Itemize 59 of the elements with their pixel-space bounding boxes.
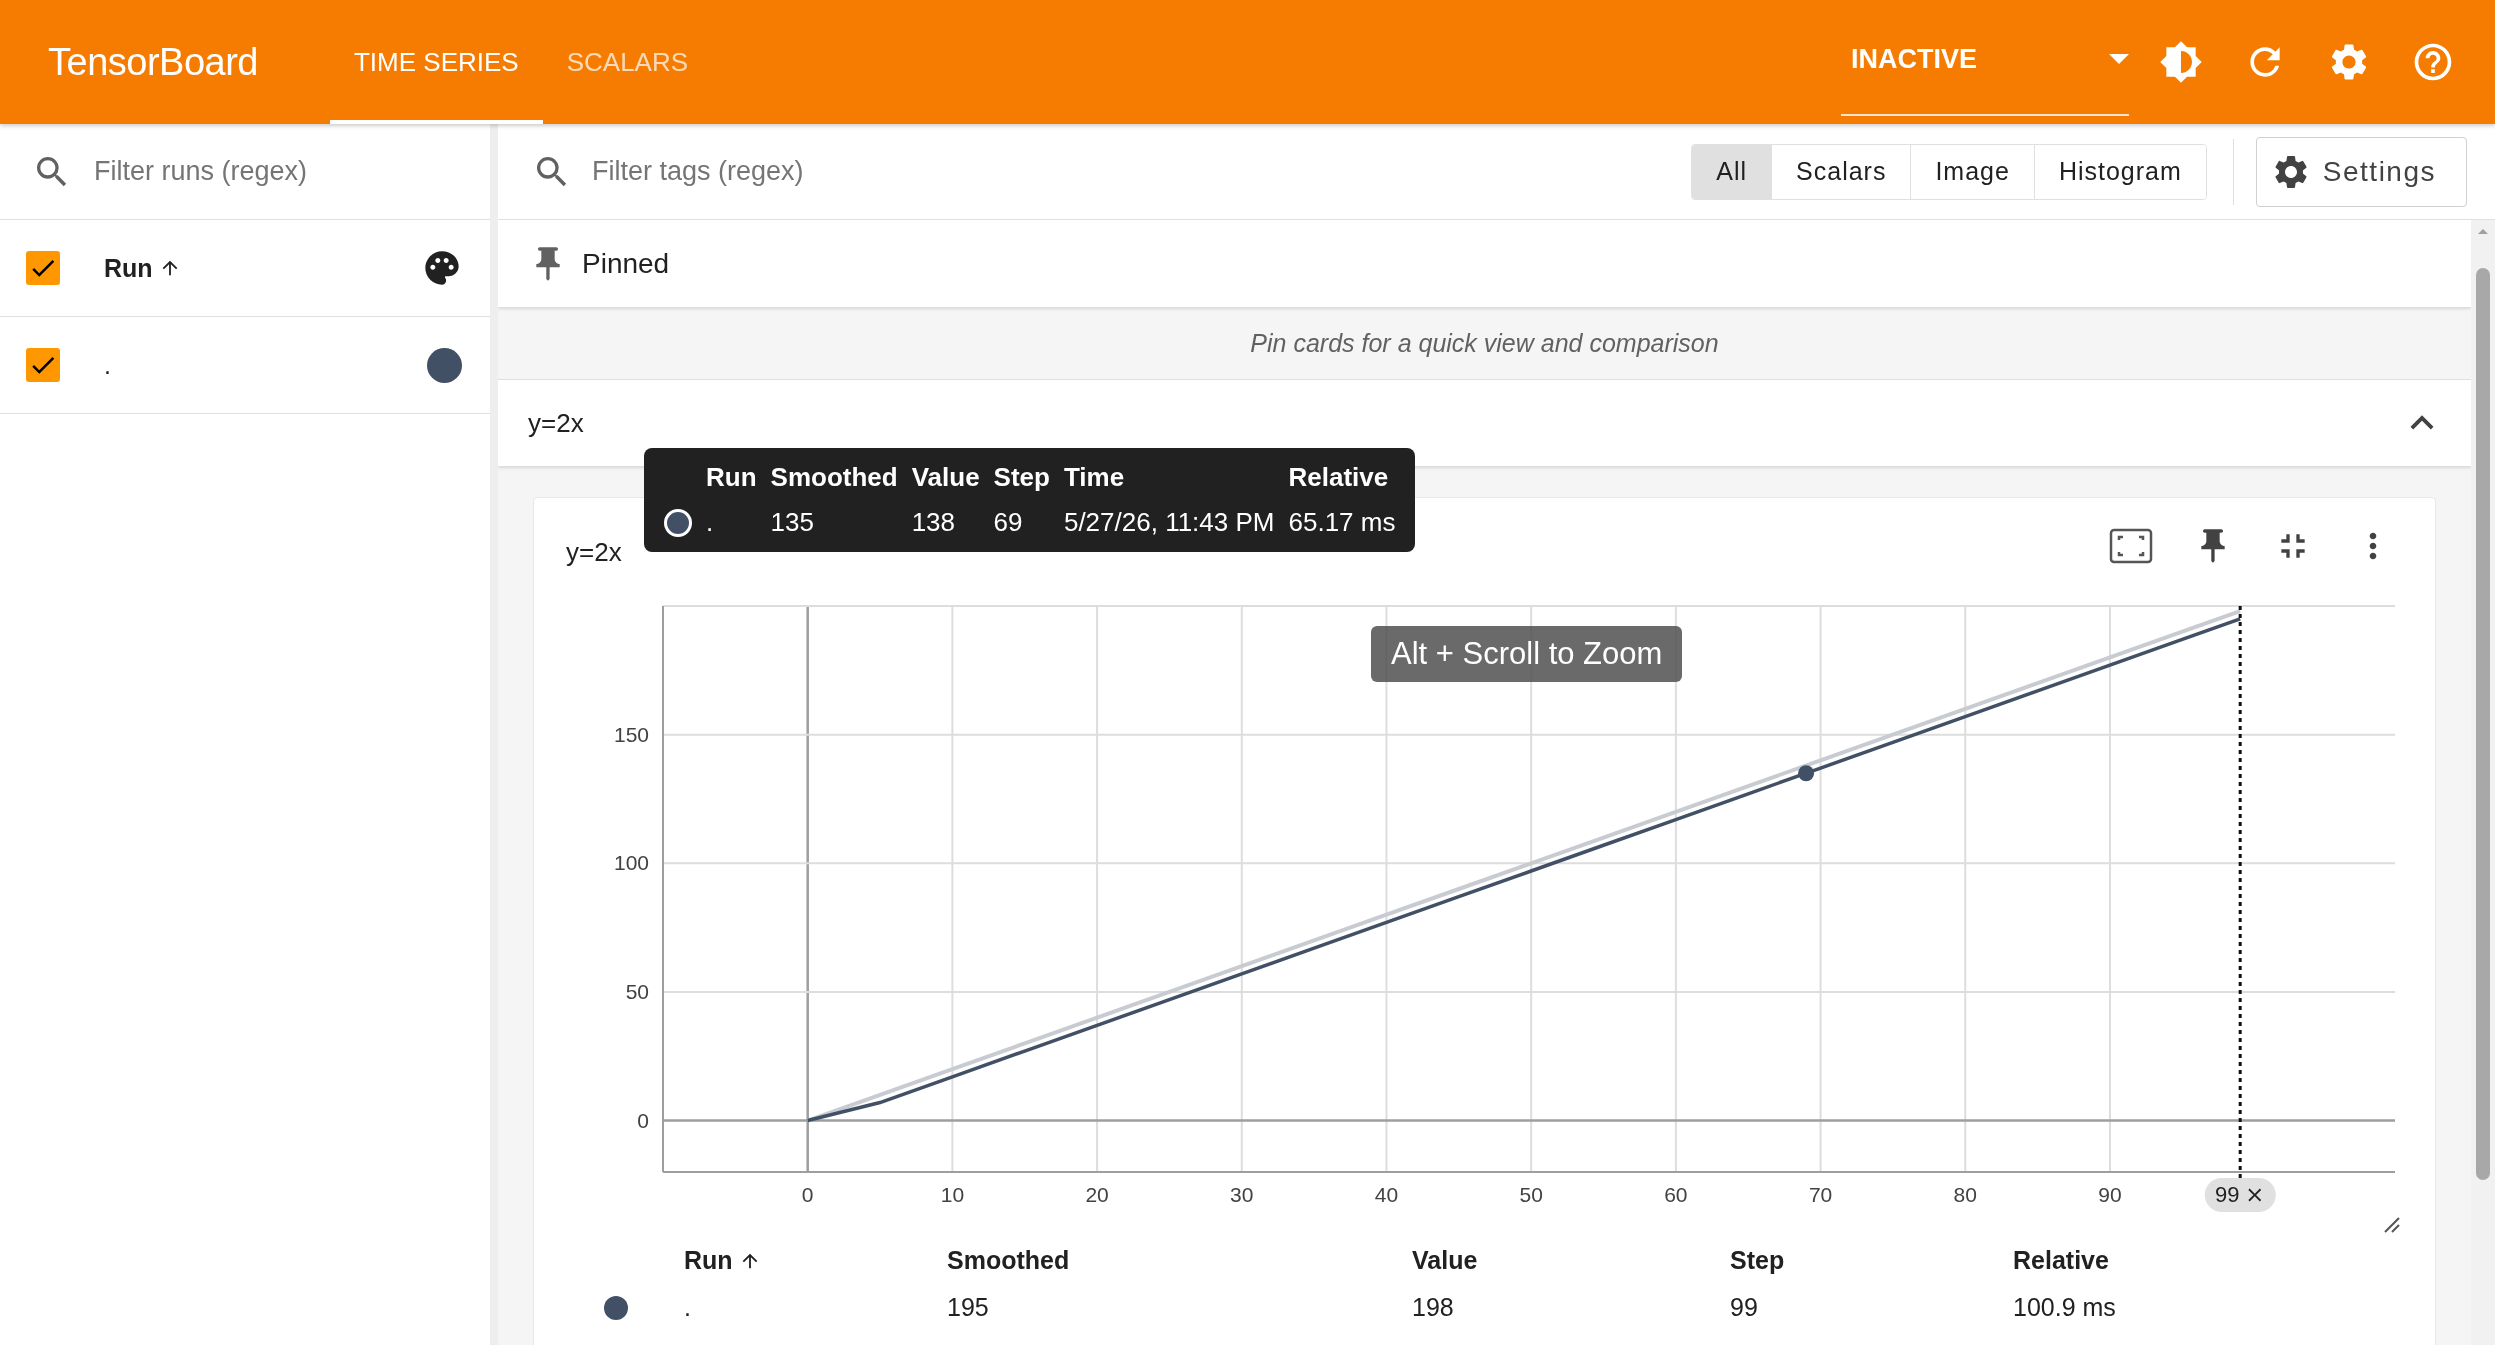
run-name: .	[104, 350, 111, 380]
type-filter-button[interactable]: Histogram	[2033, 144, 2206, 199]
column-header[interactable]: Relative	[2013, 1246, 2415, 1275]
axis-tick-label: 90	[2098, 1183, 2122, 1206]
group-title: y=2x	[528, 407, 584, 439]
settings-button[interactable]: Settings	[2255, 136, 2467, 207]
axis-tick-label: 80	[1953, 1183, 1977, 1206]
hover-point	[1798, 765, 1815, 782]
tag-filter-field[interactable]: Filter tags (regex)	[590, 155, 1692, 188]
theme-toggle-icon[interactable]	[2159, 40, 2203, 84]
resize-handle-icon[interactable]	[2383, 1216, 2401, 1234]
scrollbar-thumb[interactable]	[2476, 268, 2490, 1180]
tooltip-header: Time	[1063, 462, 1126, 493]
tooltip-value: 135	[770, 507, 815, 538]
axis-tick-label: 40	[1374, 1183, 1399, 1206]
tooltip-value: .	[706, 507, 715, 538]
axis-tick-label: 10	[940, 1183, 965, 1206]
card-title: y=2x	[566, 536, 622, 568]
checkbox[interactable]	[26, 251, 60, 285]
axis-tick-label: 20	[1085, 1183, 1109, 1206]
fit-domain-icon[interactable]	[2109, 528, 2153, 564]
zoom-hint: Alt + Scroll to Zoom	[1371, 626, 1683, 682]
section-title: Pinned	[582, 247, 670, 280]
type-filter-button[interactable]: All	[1692, 144, 1772, 199]
column-header[interactable]: Run	[104, 253, 153, 283]
table-cell-text: 100.9 ms	[2013, 1293, 2117, 1322]
run-filter-field[interactable]: Filter runs (regex)	[92, 155, 490, 188]
column-header[interactable]: Run	[684, 1246, 733, 1275]
axis-tick-label: 60	[1664, 1183, 1688, 1206]
tooltip-header: Run	[706, 462, 757, 493]
column-header[interactable]: Value	[1412, 1246, 1730, 1275]
app-title: TensorBoard	[48, 39, 258, 85]
column-header[interactable]: Step	[1730, 1246, 2013, 1275]
tooltip-value: 5/27/26, 11:43 PM	[1063, 507, 1275, 538]
axis-tick-label: 50	[625, 979, 649, 1003]
axis-tick-label: 150	[613, 722, 649, 746]
table-cell-text: 99	[1730, 1293, 1759, 1322]
step-marker-chip[interactable]: 99	[2204, 1178, 2276, 1212]
tooltip-value: 138	[911, 507, 957, 538]
tooltip-header: Value	[911, 462, 980, 493]
tooltip-header: Smoothed	[770, 462, 898, 493]
tooltip-header: Step	[993, 462, 1050, 493]
column-header[interactable]: Smoothed	[947, 1246, 1412, 1275]
table-cell-text: 195	[947, 1293, 990, 1322]
tooltip-header: Relative	[1288, 462, 1390, 493]
run-color-dot[interactable]	[427, 347, 462, 383]
table-cell-text: 198	[1412, 1293, 1455, 1322]
checkbox[interactable]	[26, 348, 60, 382]
palette-icon[interactable]	[422, 248, 462, 288]
caret-icon	[2109, 54, 2129, 64]
axis-tick-label: 100	[613, 851, 649, 875]
axis-tick-label: 0	[637, 1108, 649, 1132]
axis-tick-label: 50	[1519, 1183, 1543, 1206]
tooltip-value: 65.17 ms	[1288, 507, 1396, 538]
axis-tick-label: 0	[801, 1183, 814, 1206]
table-cell-text: .	[684, 1293, 692, 1322]
tooltip-value: 69	[993, 507, 1024, 538]
axis-tick-label: 70	[1808, 1183, 1833, 1206]
axis-tick-label: 30	[1230, 1183, 1254, 1206]
